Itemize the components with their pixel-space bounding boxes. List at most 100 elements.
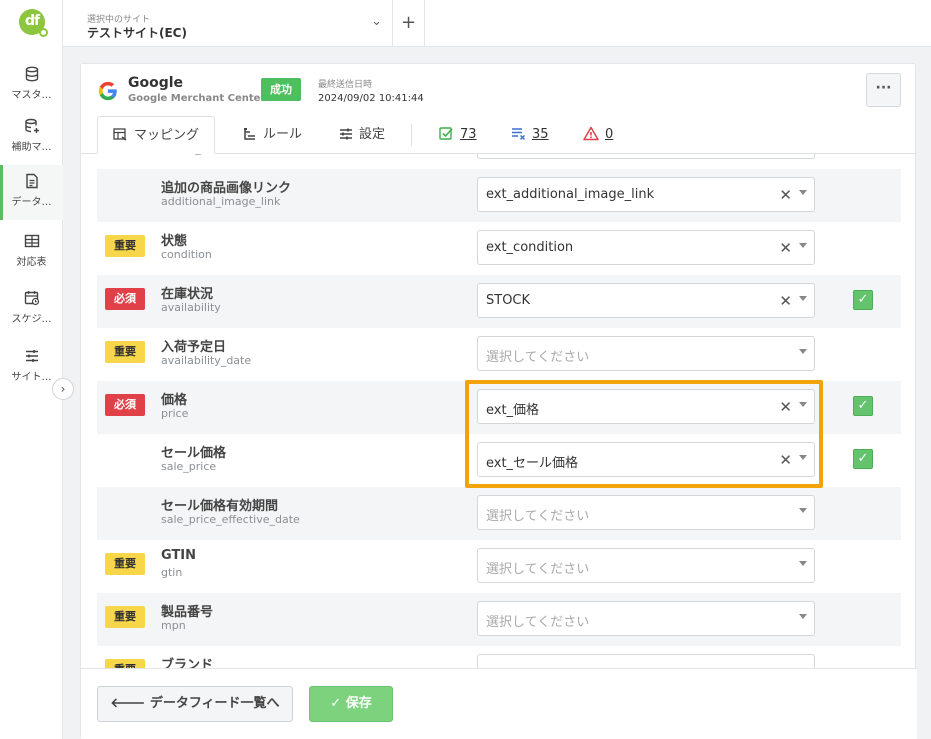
excluded-count: 35 xyxy=(532,127,549,142)
sidebar-item-label: 対応表 xyxy=(16,257,47,268)
dropdown-arrow-icon[interactable] xyxy=(799,508,807,513)
sidebar-item-datafeed[interactable]: データ… xyxy=(0,165,63,220)
mapping-row-gtin: 重要 GTIN gtin 選択してください xyxy=(97,540,901,593)
field-key: sale_price_effective_date xyxy=(161,513,300,526)
tab-label: 設定 xyxy=(359,127,386,142)
field-select[interactable]: 選択してください xyxy=(477,601,815,636)
database-plus-icon xyxy=(24,118,39,133)
dropdown-arrow-icon[interactable] xyxy=(799,402,807,407)
success-count: 73 xyxy=(460,127,477,142)
rules-icon xyxy=(244,128,255,140)
mapping-icon xyxy=(113,128,127,141)
add-site-button[interactable]: + xyxy=(393,0,425,47)
sidebar-item-mapping-table[interactable]: 対応表 xyxy=(0,225,63,280)
tab-label: マッピング xyxy=(134,128,200,143)
field-select[interactable]: ext_condition ✕ xyxy=(477,230,815,265)
required-badge: 必須 xyxy=(105,394,145,416)
sidebar-item-aux-master[interactable]: 補助マ… xyxy=(0,110,63,165)
site-selector[interactable]: 選択中のサイト テストサイト(EC) ⌄ xyxy=(63,0,393,47)
field-key: condition xyxy=(161,248,212,261)
sidebar-item-schedule[interactable]: スケジ… xyxy=(0,282,63,337)
field-select[interactable]: 選択してください xyxy=(477,336,815,371)
checkbox-checked[interactable]: ✓ xyxy=(853,449,873,469)
sidebar-expand-button[interactable]: › xyxy=(52,378,74,400)
sliders-icon xyxy=(25,350,38,362)
field-name: 価格 xyxy=(161,393,188,408)
sidebar-item-label: 補助マ… xyxy=(11,142,52,153)
field-name: セール価格 xyxy=(161,446,227,461)
back-button-label: データフィード一覧へ xyxy=(149,696,280,711)
warning-count: 0 xyxy=(605,127,614,142)
mapping-row-availability-date: 重要 入荷予定日 availability_date 選択してください xyxy=(97,328,901,381)
clear-icon[interactable]: ✕ xyxy=(779,398,792,416)
checkbox-checked[interactable]: ✓ xyxy=(853,396,873,416)
mapping-row-image-link: image_link xyxy=(97,154,901,169)
select-value: ext_condition xyxy=(486,240,574,255)
dropdown-arrow-icon[interactable] xyxy=(799,349,807,354)
back-to-datafeed-list-button[interactable]: 🡐 データフィード一覧へ xyxy=(97,686,293,722)
select-value: STOCK xyxy=(486,293,531,308)
warning-count-link[interactable]: 0 xyxy=(583,116,613,154)
select-placeholder: 選択してください xyxy=(486,615,590,630)
dropdown-arrow-icon[interactable] xyxy=(799,455,807,460)
check-list-icon xyxy=(439,127,453,140)
field-select[interactable] xyxy=(477,654,815,668)
table-icon xyxy=(24,234,39,248)
clear-icon[interactable]: ✕ xyxy=(779,292,792,310)
field-select[interactable]: ext_価格 ✕ xyxy=(477,389,815,424)
save-button-label: 保存 xyxy=(345,696,372,711)
clear-icon[interactable]: ✕ xyxy=(779,239,792,257)
success-count-link[interactable]: 73 xyxy=(439,116,477,154)
more-menu-button[interactable]: ··· xyxy=(866,73,901,107)
mapping-row-sale-price: セール価格 sale_price ext_セール価格 ✕ ✓ xyxy=(97,434,901,487)
field-key: gtin xyxy=(161,566,183,579)
chevron-down-icon: ⌄ xyxy=(371,14,382,29)
mapping-row-condition: 重要 状態 condition ext_condition ✕ xyxy=(97,222,901,275)
mapping-row-sale-price-effective-date: セール価格有効期間 sale_price_effective_date 選択して… xyxy=(97,487,901,540)
tab-mapping[interactable]: マッピング xyxy=(97,116,216,154)
top-bar: 選択中のサイト テストサイト(EC) ⌄ + xyxy=(63,0,931,47)
tab-label: ルール xyxy=(263,127,303,142)
dropdown-arrow-icon[interactable] xyxy=(799,296,807,301)
field-select[interactable]: ext_セール価格 ✕ xyxy=(477,442,815,477)
app-logo[interactable]: df xyxy=(19,9,48,37)
checkbox-checked[interactable]: ✓ xyxy=(853,290,873,310)
field-select[interactable] xyxy=(477,154,815,159)
last-sent-value: 2024/09/02 10:41:44 xyxy=(318,93,424,104)
tab-divider xyxy=(411,124,412,146)
datafeed-card: Google Google Merchant Center 成功 最終送信日時 … xyxy=(80,63,917,739)
dropdown-arrow-icon[interactable] xyxy=(799,561,807,566)
sidebar-item-master[interactable]: マスタ… xyxy=(0,58,63,113)
provider-name: Google xyxy=(128,75,184,91)
excluded-count-link[interactable]: 35 xyxy=(511,116,549,154)
important-badge: 重要 xyxy=(105,659,145,668)
field-name: GTIN xyxy=(161,548,197,563)
save-button[interactable]: ✓ 保存 xyxy=(309,686,393,722)
tab-rules[interactable]: ルール xyxy=(243,116,302,154)
dropdown-arrow-icon[interactable] xyxy=(799,243,807,248)
field-key: mpn xyxy=(161,619,186,632)
field-select[interactable]: STOCK ✕ xyxy=(477,283,815,318)
field-select[interactable]: 選択してください xyxy=(477,495,815,530)
sidebar-item-label: データ… xyxy=(11,197,52,208)
mapping-row-brand: 重要 ブランド xyxy=(97,646,901,668)
dropdown-arrow-icon[interactable] xyxy=(799,190,807,195)
tab-settings[interactable]: 設定 xyxy=(339,116,385,154)
clear-icon[interactable]: ✕ xyxy=(779,451,792,469)
field-key: image_link xyxy=(161,154,220,155)
check-icon: ✓ xyxy=(330,696,346,711)
dropdown-arrow-icon[interactable] xyxy=(799,614,807,619)
field-select[interactable]: ext_additional_image_link ✕ xyxy=(477,177,815,212)
important-badge: 重要 xyxy=(105,341,145,363)
field-key: sale_price xyxy=(161,460,217,473)
mapping-list: image_link 追加の商品画像リンク additional_image_l… xyxy=(97,154,901,668)
field-name: セール価格有効期間 xyxy=(161,499,279,514)
sidebar-item-label: サイト… xyxy=(11,372,52,383)
calendar-icon xyxy=(24,291,39,306)
document-icon xyxy=(25,173,38,189)
clear-icon[interactable]: ✕ xyxy=(779,186,792,204)
field-select[interactable]: 選択してください xyxy=(477,548,815,583)
select-value: ext_セール価格 xyxy=(486,456,579,471)
field-name: 在庫状況 xyxy=(161,287,214,302)
mapping-row-mpn: 重要 製品番号 mpn 選択してください xyxy=(97,593,901,646)
